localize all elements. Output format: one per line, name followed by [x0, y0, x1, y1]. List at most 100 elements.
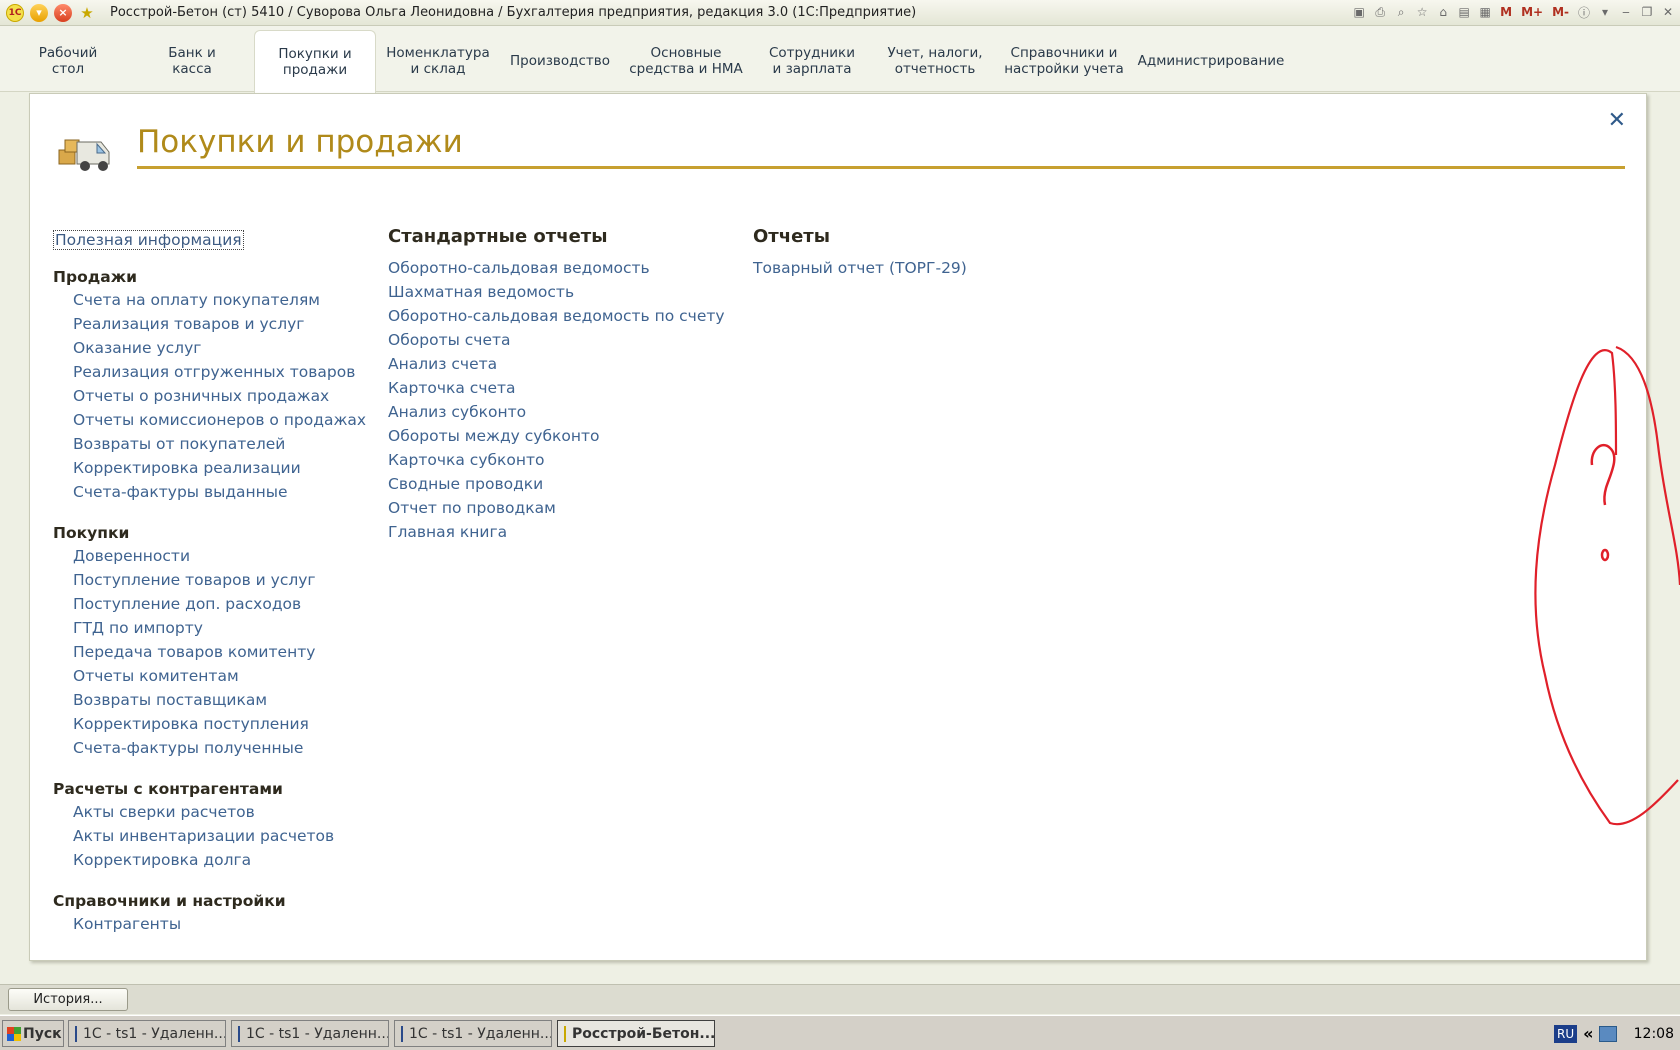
- group-purchases: Покупки Доверенности Поступление товаров…: [53, 522, 366, 760]
- dropdown-icon[interactable]: ▾: [1597, 3, 1613, 21]
- section-bank[interactable]: Банк и касса: [134, 30, 250, 92]
- sales-link-retail-reports[interactable]: Отчеты о розничных продажах: [53, 384, 366, 408]
- save-icon[interactable]: ▣: [1351, 3, 1367, 21]
- bookmark-add-icon[interactable]: ☆: [1414, 3, 1430, 21]
- report-link-general-ledger[interactable]: Главная книга: [388, 520, 725, 544]
- standard-reports-title: Стандартные отчеты: [388, 226, 608, 247]
- section-taxes[interactable]: Учет, налоги, отчетность: [876, 30, 994, 92]
- start-button[interactable]: Пуск: [2, 1020, 64, 1047]
- group-purchases-title: Покупки: [53, 524, 130, 542]
- purchases-link-customs-declaration[interactable]: ГТД по импорту: [53, 616, 366, 640]
- home-icon[interactable]: ⌂: [1435, 3, 1451, 21]
- section-references[interactable]: Справочники и настройки учета: [1003, 30, 1125, 92]
- print-icon[interactable]: ⎙: [1372, 3, 1388, 21]
- report-link-account-card[interactable]: Карточка счета: [388, 376, 725, 400]
- section-nomenclature[interactable]: Номенклатура и склад: [380, 30, 496, 92]
- section-production[interactable]: Производство: [502, 30, 618, 92]
- language-indicator[interactable]: RU: [1554, 1024, 1578, 1043]
- sales-link-realization[interactable]: Реализация товаров и услуг: [53, 312, 366, 336]
- report-link-account-turnover[interactable]: Обороты счета: [388, 328, 725, 352]
- group-sales: Продажи Счета на оплату покупателям Реал…: [53, 266, 366, 504]
- section-employees[interactable]: Сотрудники и зарплата: [754, 30, 870, 92]
- calendar-icon[interactable]: ▦: [1477, 3, 1493, 21]
- memory-plus-button[interactable]: M+: [1519, 3, 1545, 21]
- purchases-link-invoices-received[interactable]: Счета-фактуры полученные: [53, 736, 366, 760]
- group-settlements: Расчеты с контрагентами Акты сверки расч…: [53, 778, 366, 872]
- purchases-link-powers-of-attorney[interactable]: Доверенности: [53, 544, 366, 568]
- preview-icon[interactable]: ⌕: [1393, 3, 1409, 21]
- report-link-subconto-turnover[interactable]: Обороты между субконто: [388, 424, 725, 448]
- calculator-icon[interactable]: ▤: [1456, 3, 1472, 21]
- report-link-subconto-analysis[interactable]: Анализ субконто: [388, 400, 725, 424]
- 1c-app-icon: [564, 1025, 566, 1042]
- report-link-torg29[interactable]: Товарный отчет (ТОРГ-29): [753, 256, 967, 280]
- report-link-entries-report[interactable]: Отчет по проводкам: [388, 496, 725, 520]
- section-desktop[interactable]: Рабочий стол: [10, 30, 126, 92]
- remote-desktop-icon: [238, 1025, 240, 1042]
- window-title-bar: 1С ▾ × ★ Росстрой-Бетон (ст) 5410 / Суво…: [0, 0, 1680, 26]
- report-link-turnover-balance[interactable]: Оборотно-сальдовая ведомость: [388, 256, 725, 280]
- sales-link-services[interactable]: Оказание услуг: [53, 336, 366, 360]
- settlements-link-inventory[interactable]: Акты инвентаризации расчетов: [53, 824, 366, 848]
- system-tray: RU « 12:08: [1554, 1020, 1678, 1047]
- group-references-title: Справочники и настройки: [53, 892, 286, 910]
- reports-title: Отчеты: [753, 226, 831, 247]
- favorites-star-icon[interactable]: ★: [78, 4, 96, 22]
- windows-flag-icon: [7, 1026, 21, 1041]
- sales-link-invoices-to-customers[interactable]: Счета на оплату покупателям: [53, 288, 366, 312]
- taskbar-item-remote-1[interactable]: 1С - ts1 - Удаленн...: [68, 1020, 226, 1047]
- title-toolbar: ▣ ⎙ ⌕ ☆ ⌂ ▤ ▦ M M+ M- ⓘ ▾ ‒ ❐ ✕: [1351, 3, 1676, 21]
- report-link-subconto-card[interactable]: Карточка субконто: [388, 448, 725, 472]
- window-title: Росстрой-Бетон (ст) 5410 / Суворова Ольг…: [110, 5, 917, 20]
- purchases-link-principal-reports[interactable]: Отчеты комитентам: [53, 664, 366, 688]
- sales-link-invoices-issued[interactable]: Счета-фактуры выданные: [53, 480, 366, 504]
- tray-expand-icon[interactable]: «: [1583, 1024, 1593, 1043]
- info-icon[interactable]: ⓘ: [1576, 3, 1592, 21]
- purchases-link-additional-costs[interactable]: Поступление доп. расходов: [53, 592, 366, 616]
- close-circle-icon[interactable]: ×: [54, 3, 72, 22]
- taskbar-item-remote-3[interactable]: 1С - ts1 - Удаленн...: [394, 1020, 552, 1047]
- app-logo-icon[interactable]: 1С: [6, 3, 24, 22]
- clock[interactable]: 12:08: [1634, 1026, 1678, 1042]
- references-link-counterparties[interactable]: Контрагенты: [53, 912, 366, 936]
- group-references: Справочники и настройки Контрагенты: [53, 890, 366, 936]
- close-panel-icon[interactable]: ✕: [1608, 108, 1626, 133]
- sales-link-commission-reports[interactable]: Отчеты комиссионеров о продажах: [53, 408, 366, 432]
- left-column: Полезная информация Продажи Счета на опл…: [53, 230, 366, 936]
- report-link-chess-sheet[interactable]: Шахматная ведомость: [388, 280, 725, 304]
- menu-circle-icon[interactable]: ▾: [30, 3, 48, 22]
- report-link-account-analysis[interactable]: Анализ счета: [388, 352, 725, 376]
- network-icon[interactable]: [1599, 1025, 1618, 1042]
- sales-link-customer-returns[interactable]: Возвраты от покупателей: [53, 432, 366, 456]
- purchases-link-receipt-goods[interactable]: Поступление товаров и услуг: [53, 568, 366, 592]
- settlements-link-reconciliation[interactable]: Акты сверки расчетов: [53, 800, 366, 824]
- memory-m-button[interactable]: M: [1498, 3, 1514, 21]
- minimize-icon[interactable]: ‒: [1618, 3, 1634, 21]
- status-strip: История...: [0, 984, 1680, 1014]
- section-purchases-sales[interactable]: Покупки и продажи: [254, 30, 376, 93]
- purchases-link-receipt-correction[interactable]: Корректировка поступления: [53, 712, 366, 736]
- section-administration[interactable]: Администрирование: [1136, 30, 1286, 92]
- history-button[interactable]: История...: [8, 988, 128, 1011]
- restore-icon[interactable]: ❐: [1639, 3, 1655, 21]
- taskbar-item-label: Росстрой-Бетон...: [572, 1025, 715, 1042]
- truck-icon: [58, 139, 110, 171]
- section-fixed-assets[interactable]: Основные средства и НМА: [626, 30, 746, 92]
- remote-desktop-icon: [75, 1025, 77, 1042]
- taskbar-item-remote-2[interactable]: 1С - ts1 - Удаленн...: [231, 1020, 389, 1047]
- purchases-link-supplier-returns[interactable]: Возвраты поставщикам: [53, 688, 366, 712]
- sales-link-shipped-goods[interactable]: Реализация отгруженных товаров: [53, 360, 366, 384]
- memory-minus-button[interactable]: M-: [1550, 3, 1571, 21]
- taskbar-item-label: 1С - ts1 - Удаленн...: [83, 1025, 226, 1042]
- useful-info-link[interactable]: Полезная информация: [53, 230, 244, 250]
- sales-link-realization-correction[interactable]: Корректировка реализации: [53, 456, 366, 480]
- purchases-link-transfer-to-principal[interactable]: Передача товаров комитенту: [53, 640, 366, 664]
- close-icon[interactable]: ✕: [1660, 3, 1676, 21]
- windows-taskbar: Пуск 1С - ts1 - Удаленн... 1С - ts1 - Уд…: [0, 1015, 1680, 1050]
- remote-desktop-icon: [401, 1025, 403, 1042]
- settlements-link-debt-correction[interactable]: Корректировка долга: [53, 848, 366, 872]
- taskbar-item-1c-active[interactable]: Росстрой-Бетон...: [557, 1020, 715, 1047]
- reports-column: Отчеты Товарный отчет (ТОРГ-29): [753, 226, 967, 280]
- report-link-turnover-balance-account[interactable]: Оборотно-сальдовая ведомость по счету: [388, 304, 725, 328]
- report-link-summary-entries[interactable]: Сводные проводки: [388, 472, 725, 496]
